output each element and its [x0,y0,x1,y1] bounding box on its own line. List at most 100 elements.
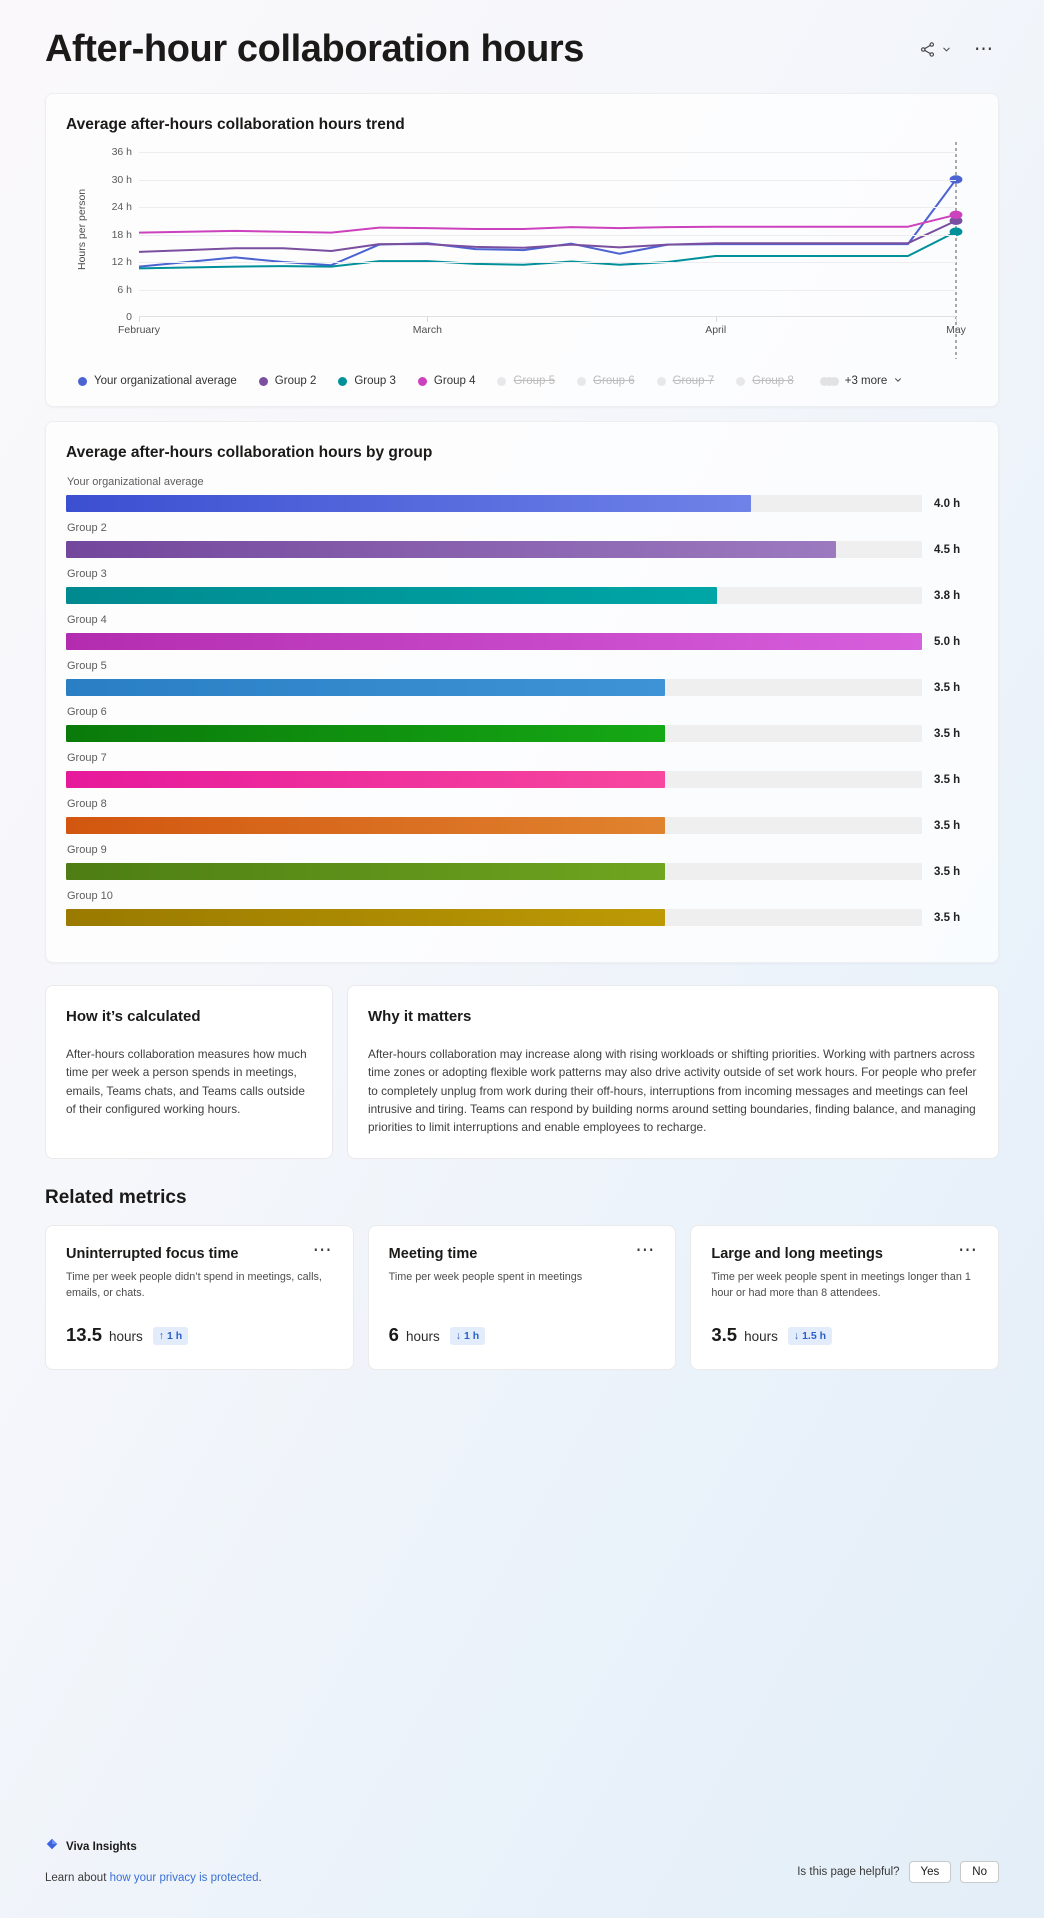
bar-fill[interactable] [66,679,666,696]
related-metrics-heading: Related metrics [45,1187,187,1209]
bar-category-label: Group 4 [67,614,107,626]
bar-row: Group 10 3.5 h [66,890,978,926]
trend-chart-card: Average after-hours collaboration hours … [45,93,999,407]
bar-value-label: 4.0 h [934,497,961,510]
bar-track [66,863,922,880]
gridline [139,234,956,236]
legend-item[interactable]: Your organizational average [78,375,237,387]
bar-track [66,725,922,742]
legend-item[interactable]: Group 8 [736,375,794,387]
bar-track [66,633,922,650]
bar-category-label: Group 2 [67,522,107,534]
related-metric-card[interactable]: Uninterrupted focus time ⋯ Time per week p… [45,1225,354,1370]
legend-color-dot [656,376,666,386]
more-options-button[interactable]: ⋯ [313,1241,333,1260]
bar-fill[interactable] [66,633,922,650]
bar-track [66,771,922,788]
gridline [139,262,956,263]
legend-more-button[interactable]: +3 more [819,372,904,390]
legend-item[interactable]: Group 3 [338,375,396,387]
bar-fill[interactable] [66,541,837,558]
metric-title: Meeting time [388,1246,478,1263]
metric-title: Large and long meetings [711,1246,883,1263]
x-axis-tick [427,317,429,322]
legend-item[interactable]: Group 4 [417,375,476,387]
more-options-button[interactable]: ⋯ [974,40,994,59]
legend-color-dot [417,376,427,386]
metric-delta-badge: ↓ 1.5 h [787,1326,833,1345]
legend-item-label: Group 7 [672,375,715,387]
bar-track [66,495,922,512]
bar-row: Group 8 3.5 h [66,798,978,834]
x-axis-tick [715,317,717,322]
x-axis-line [139,316,956,317]
legend-item[interactable]: Group 5 [497,375,555,387]
legend-item[interactable]: Group 6 [577,375,635,387]
chevron-down-icon [893,372,903,390]
viva-insights-diamond-icon [45,1837,59,1856]
bar-fill[interactable] [66,863,666,880]
y-axis-tick: 6 h [117,283,132,296]
bar-value-label: 3.5 h [934,819,961,832]
x-axis-tick [139,317,140,322]
privacy-note: Learn about how your privacy is protecte… [45,1872,262,1884]
data-point-marker[interactable] [949,210,963,219]
line-chart-plot [139,152,963,317]
bar-category-label: Group 10 [67,890,113,902]
bar-fill[interactable] [66,817,666,834]
metric-description: Time per week people didn’t spend in mee… [66,1271,322,1300]
metric-delta-value: 1 h [464,1329,480,1342]
line-series [139,215,956,233]
y-axis-tick: 36 h [111,146,132,158]
bar-track [66,817,922,834]
metric-unit: hours [405,1328,440,1344]
metric-value: 13.5 [66,1323,103,1345]
card-body: After-hours collaboration may increase a… [368,1047,977,1135]
bar-value-label: 3.5 h [934,911,961,924]
metric-unit: hours [109,1328,143,1344]
feedback-no-button[interactable]: No [960,1861,999,1883]
bar-value-label: 5.0 h [934,635,961,648]
metric-value: 3.5 [711,1323,738,1345]
page-footer: Viva Insights Learn about how your priva… [45,1837,999,1884]
brand-name: Viva Insights [66,1840,137,1853]
arrow-down-icon: ↓ [793,1329,800,1342]
bar-row: Group 3 3.8 h [66,568,978,604]
bar-fill[interactable] [66,725,666,742]
card-title: How it’s calculated [66,1008,201,1025]
related-metric-card[interactable]: Meeting time ⋯ Time per week people spent … [367,1225,677,1370]
x-axis-tick-label: February [117,324,161,336]
card-title: Why it matters [368,1008,472,1025]
privacy-suffix: . [258,1872,262,1884]
y-axis-tick: 30 h [111,173,132,186]
chevron-down-icon [941,44,952,55]
metric-description: Time per week people spent in meetings l… [711,1271,971,1300]
bar-row: Group 7 3.5 h [66,752,978,788]
bar-fill[interactable] [66,909,666,926]
legend-item[interactable]: Group 2 [258,375,316,387]
page-feedback: Is this page helpful? Yes No [797,1837,999,1883]
x-axis-tick-label: March [412,324,442,336]
related-metric-card[interactable]: Large and long meetings ⋯ Time per week pe… [690,1225,1000,1370]
share-button[interactable] [919,41,952,58]
brand: Viva Insights [45,1837,262,1856]
bar-track [66,541,922,558]
bar-category-label: Group 5 [67,660,107,672]
bar-fill[interactable] [66,587,717,604]
footer-left: Viva Insights Learn about how your priva… [45,1837,262,1884]
bar-value-label: 3.5 h [934,865,961,878]
more-options-button[interactable]: ⋯ [635,1241,655,1260]
info-cards-row: How it’s calculated After-hours collabor… [45,985,999,1160]
legend-item-label: Group 4 [433,375,476,387]
more-options-button[interactable]: ⋯ [958,1241,978,1260]
metric-unit: hours [744,1328,778,1344]
bar-category-label: Group 7 [67,752,107,764]
bar-fill[interactable] [66,771,666,788]
privacy-link[interactable]: how your privacy is protected [110,1872,259,1884]
metric-title: Uninterrupted focus time [66,1246,239,1263]
bar-fill[interactable] [66,495,751,512]
share-icon [919,41,936,58]
feedback-yes-button[interactable]: Yes [908,1861,952,1883]
legend-item[interactable]: Group 7 [656,375,715,387]
legend-color-dot [736,376,746,386]
